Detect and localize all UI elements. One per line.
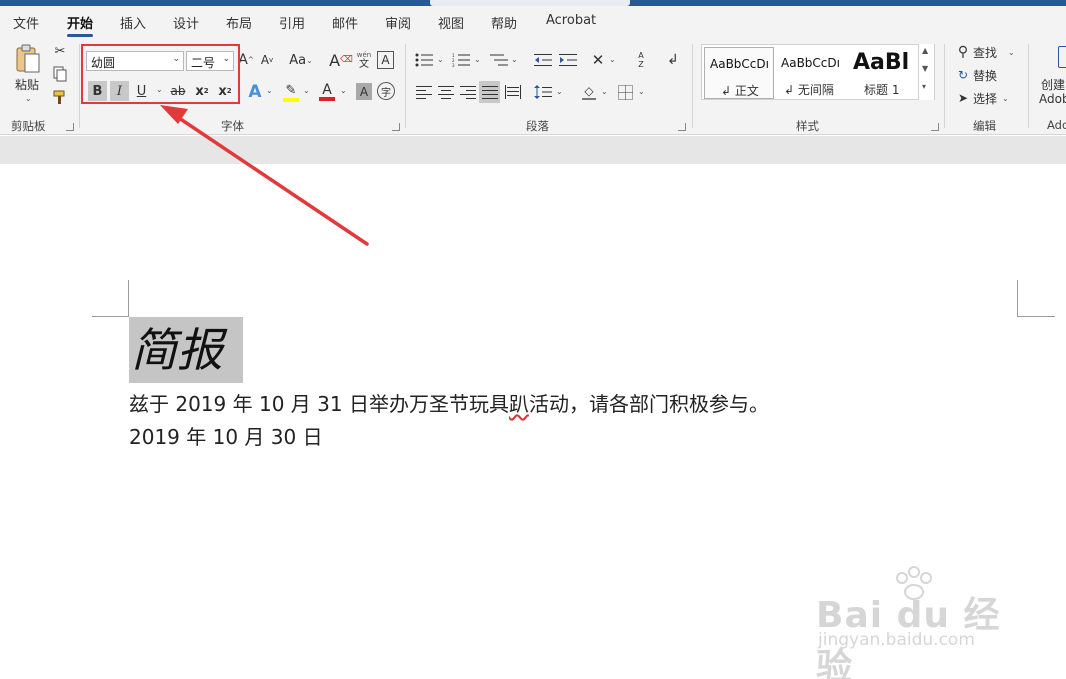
word-window: 文件 开始 插入 设计 布局 引用 邮件 审阅 视图 帮助 Acrobat 粘贴… xyxy=(0,0,1066,679)
baidu-watermark: Bai du 经验 jingyan.baidu.com xyxy=(816,566,1016,679)
watermark-url: jingyan.baidu.com xyxy=(818,630,975,650)
